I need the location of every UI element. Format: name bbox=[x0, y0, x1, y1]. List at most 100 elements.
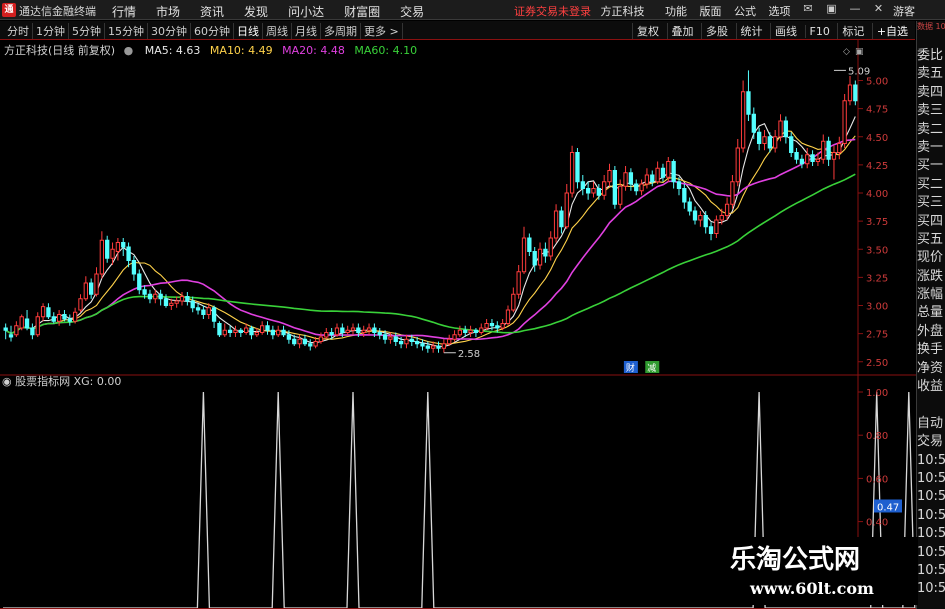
side-panel-item[interactable]: 10:57 bbox=[917, 488, 945, 506]
side-panel-item[interactable]: 涨跌 bbox=[917, 268, 945, 286]
side-panel-item[interactable]: 买五 bbox=[917, 231, 945, 249]
candle-body bbox=[511, 293, 516, 311]
period-tab[interactable]: 5分钟 bbox=[69, 23, 105, 39]
candle-body bbox=[682, 188, 687, 203]
candle-body bbox=[404, 338, 409, 345]
maximize-icon[interactable]: ▣ bbox=[824, 2, 840, 15]
candle-body bbox=[137, 273, 142, 291]
menu-item-function[interactable]: 功能 bbox=[665, 3, 687, 19]
add-watchlist-button[interactable]: +自选 bbox=[871, 23, 912, 39]
period-tab[interactable]: 多周期 bbox=[321, 23, 361, 39]
watermark-url: www.60lt.com bbox=[750, 579, 874, 598]
indicator-settings-icon[interactable]: ◉ bbox=[2, 375, 12, 388]
candle-body bbox=[794, 152, 799, 160]
candle-body bbox=[350, 327, 356, 331]
menu-item-layout[interactable]: 版面 bbox=[700, 3, 722, 19]
tool-f10[interactable]: F10 bbox=[804, 25, 834, 38]
side-panel-item[interactable]: 卖二 bbox=[917, 121, 945, 139]
y-tick-label: 5.00 bbox=[866, 77, 888, 88]
side-panel-item[interactable]: 买一 bbox=[917, 157, 945, 175]
side-panel-item[interactable]: 涨幅 bbox=[917, 286, 945, 304]
side-panel-item[interactable]: 10:57 bbox=[917, 525, 945, 543]
current-stock-name: 方正科技 bbox=[600, 5, 645, 18]
side-panel-item[interactable]: 换手 bbox=[917, 341, 945, 359]
menu-item-options[interactable]: 选项 bbox=[769, 3, 791, 19]
period-tab[interactable]: 1分钟 bbox=[33, 23, 69, 39]
side-panel-item[interactable] bbox=[917, 396, 945, 414]
side-panel-item[interactable]: 卖四 bbox=[917, 84, 945, 102]
period-tab[interactable]: 15分钟 bbox=[105, 23, 148, 39]
trade-login-warning[interactable]: 证券交易未登录 bbox=[514, 5, 591, 18]
side-panel-item[interactable]: 买三 bbox=[917, 194, 945, 212]
side-panel-item[interactable]: 总量 bbox=[917, 304, 945, 322]
candle-body bbox=[8, 334, 14, 338]
candle-body bbox=[842, 100, 847, 144]
minimize-icon[interactable]: — bbox=[847, 2, 863, 15]
candle-body bbox=[762, 136, 767, 144]
period-tab[interactable]: 月线 bbox=[292, 23, 321, 39]
side-panel-item[interactable]: 10:57 bbox=[917, 580, 945, 598]
side-panel-item[interactable]: 卖三 bbox=[917, 102, 945, 120]
mail-icon[interactable]: ✉ bbox=[800, 2, 816, 15]
close-icon[interactable]: ✕ bbox=[871, 2, 887, 15]
candle-body bbox=[89, 282, 94, 295]
period-tab[interactable]: 60分钟 bbox=[191, 23, 234, 39]
side-panel-item[interactable]: 10:57 bbox=[917, 452, 945, 470]
side-panel-item[interactable]: 委比 bbox=[917, 47, 945, 65]
period-tab[interactable]: 30分钟 bbox=[148, 23, 191, 39]
side-panel-item[interactable]: 交易 bbox=[917, 433, 945, 451]
side-panel-item[interactable]: 卖五 bbox=[917, 65, 945, 83]
side-panel-item[interactable]: 10:57 bbox=[917, 562, 945, 580]
side-panel-item[interactable]: 外盘 bbox=[917, 323, 945, 341]
candle-body bbox=[126, 246, 131, 261]
login-notice[interactable]: 证券交易未登录 方正科技 bbox=[514, 3, 645, 19]
tool-overlay[interactable]: 叠加 bbox=[666, 23, 698, 39]
side-panel-item[interactable]: 买四 bbox=[917, 213, 945, 231]
menu-item-quotes[interactable]: 行情 bbox=[112, 3, 136, 20]
side-panel-item[interactable]: 卖一 bbox=[917, 139, 945, 157]
panel-toggle-icon[interactable]: ▣ bbox=[855, 47, 864, 57]
candle-body bbox=[302, 338, 308, 345]
candle-body bbox=[826, 140, 831, 160]
diamond-icon[interactable]: ◇ bbox=[843, 47, 850, 57]
candle-body bbox=[436, 345, 441, 349]
candle-body bbox=[324, 332, 329, 338]
tool-mark[interactable]: 标记 bbox=[837, 23, 868, 39]
menu-item-discover[interactable]: 发现 bbox=[244, 3, 268, 20]
period-tab[interactable]: 日线 bbox=[234, 23, 263, 39]
tool-draw[interactable]: 画线 bbox=[770, 23, 801, 39]
tool-multi-stock[interactable]: 多股 bbox=[701, 23, 732, 39]
side-panel-item[interactable]: 收益 bbox=[917, 378, 945, 396]
candle-body bbox=[222, 329, 227, 336]
candle-body bbox=[767, 136, 772, 149]
menu-item-ask[interactable]: 问小达 bbox=[288, 3, 324, 20]
candle-body bbox=[740, 91, 746, 149]
period-tab[interactable]: 更多 > bbox=[361, 23, 403, 39]
tool-adjust[interactable]: 复权 bbox=[632, 23, 663, 39]
side-panel-item[interactable]: 10:57 bbox=[917, 507, 945, 525]
candle-body bbox=[265, 325, 270, 331]
candlestick-chart[interactable]: 5.092.58财减券融 5.004.754.504.254.003.753.5… bbox=[0, 40, 916, 609]
side-panel-item[interactable]: 买二 bbox=[917, 176, 945, 194]
menu-item-formula[interactable]: 公式 bbox=[734, 3, 756, 19]
menu-item-wealth[interactable]: 财富圈 bbox=[344, 3, 380, 20]
menu-item-market[interactable]: 市场 bbox=[156, 3, 180, 20]
menu-item-news[interactable]: 资讯 bbox=[200, 3, 224, 20]
candle-body bbox=[190, 300, 195, 309]
side-panel-item[interactable]: 自动 bbox=[917, 415, 945, 433]
candle-body bbox=[201, 309, 206, 315]
menu-item-trade[interactable]: 交易 bbox=[400, 3, 424, 20]
side-panel-item[interactable]: 净资 bbox=[917, 360, 945, 378]
side-panel-item[interactable]: 现价 bbox=[917, 249, 945, 267]
candle-body bbox=[72, 311, 78, 322]
panel-header: 数据 100% bbox=[917, 22, 945, 31]
candle-body bbox=[318, 336, 324, 342]
side-panel-item[interactable]: 10:57 bbox=[917, 470, 945, 488]
period-tab[interactable]: 分时 bbox=[4, 23, 33, 39]
guest-label[interactable]: 游客 bbox=[893, 3, 915, 19]
candle-body bbox=[142, 289, 147, 295]
tool-statistics[interactable]: 统计 bbox=[735, 23, 767, 39]
side-panel-item[interactable]: 10:57 bbox=[917, 544, 945, 562]
period-tab[interactable]: 周线 bbox=[263, 23, 292, 39]
y-tick-label: 3.25 bbox=[866, 273, 888, 284]
